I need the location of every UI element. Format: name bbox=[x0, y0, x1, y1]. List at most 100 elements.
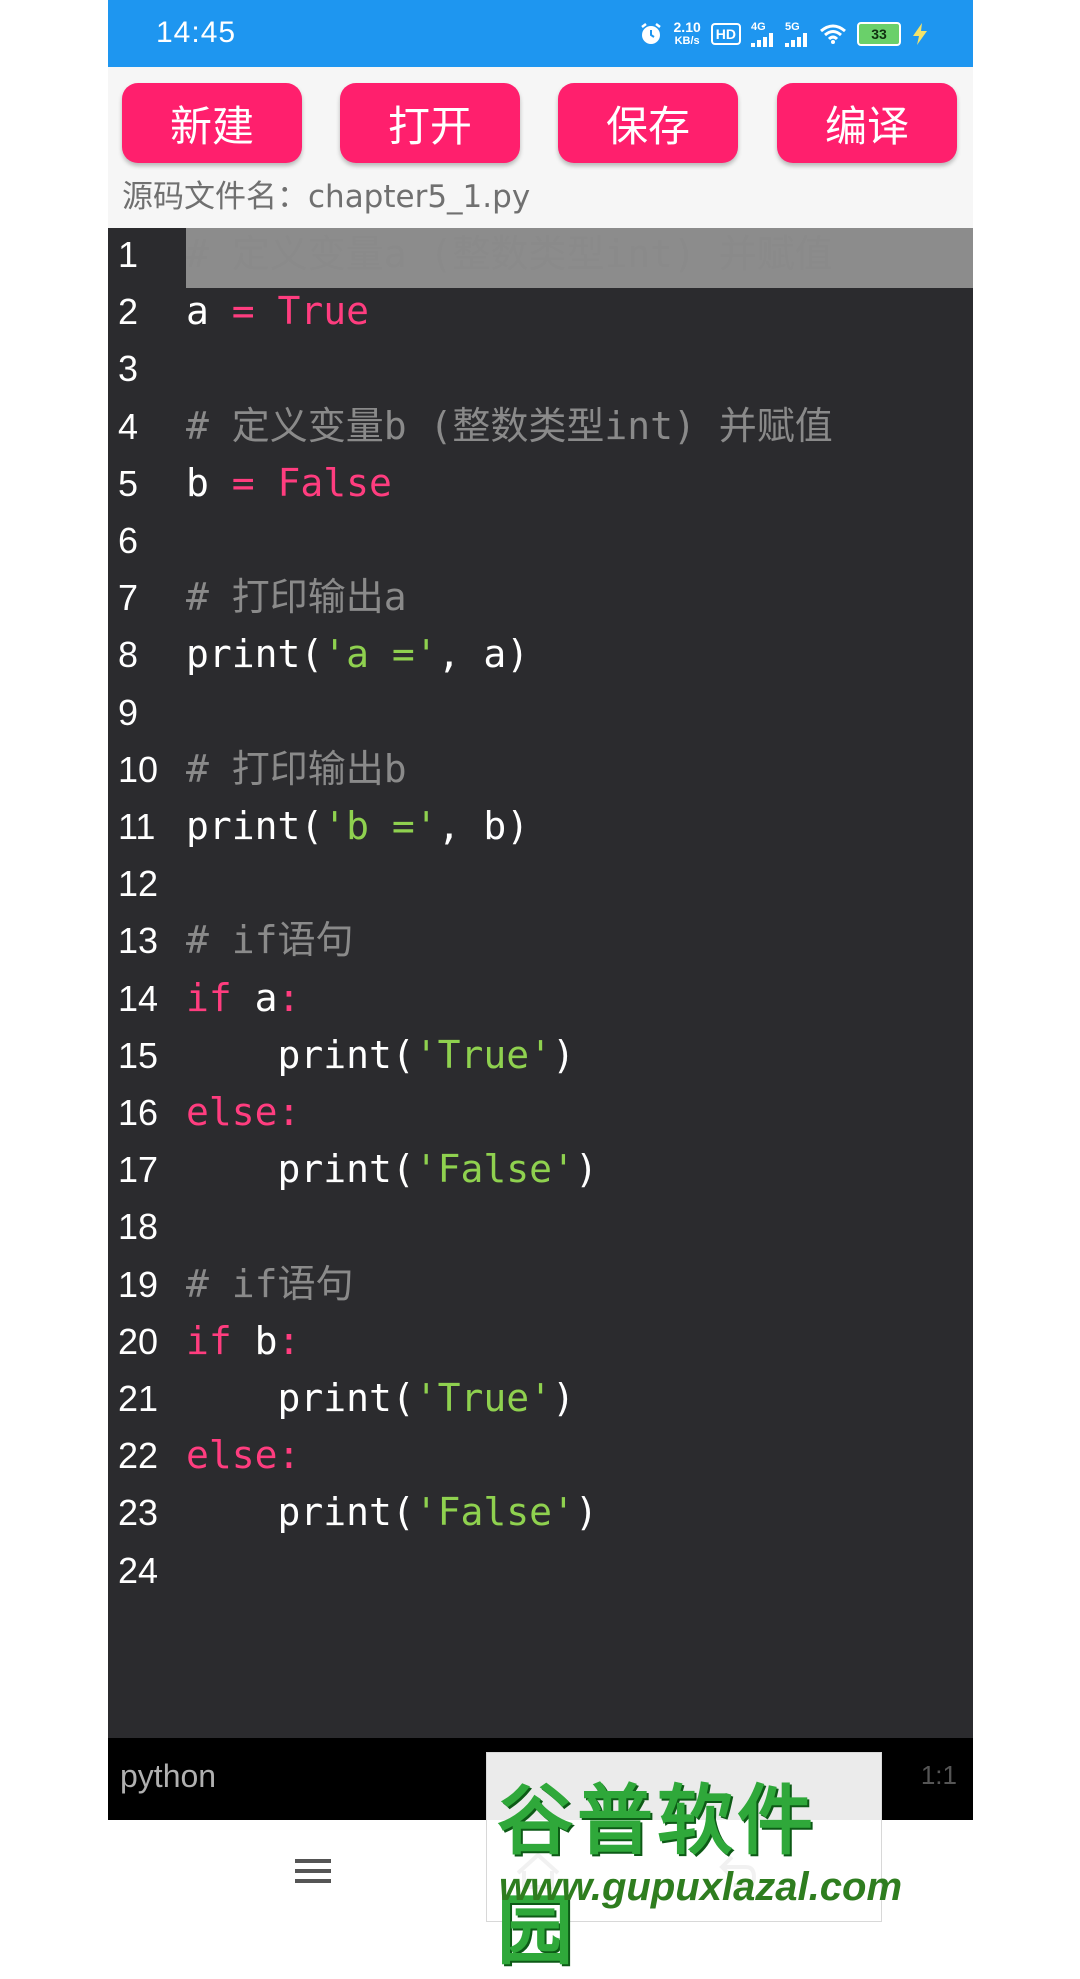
code-line[interactable]: 14 if a: bbox=[108, 970, 973, 1027]
line-number: 4 bbox=[118, 405, 139, 447]
net-speed-unit: KB/s bbox=[674, 35, 700, 47]
code-token: b bbox=[186, 460, 232, 505]
code-line[interactable]: 7 # 打印输出a bbox=[108, 569, 973, 626]
app-screen: 14:45 2.10 KB/s HD 4G 5G 33 新建 打开 保存 编译 … bbox=[108, 0, 973, 1920]
code-line[interactable]: 18 bbox=[108, 1198, 973, 1255]
hd-icon: HD bbox=[710, 23, 741, 45]
code-text: # 打印输出a bbox=[186, 569, 407, 626]
line-number: 3 bbox=[118, 348, 139, 390]
code-text: if b: bbox=[186, 1313, 300, 1370]
code-line[interactable]: 9 bbox=[108, 684, 973, 741]
line-number: 20 bbox=[118, 1320, 159, 1362]
code-line[interactable]: 13 # if语句 bbox=[108, 912, 973, 969]
open-button[interactable]: 打开 bbox=[340, 83, 520, 163]
line-number: 21 bbox=[118, 1378, 159, 1419]
code-line[interactable]: 8 print('a =', a) bbox=[108, 626, 973, 683]
code-token: a bbox=[186, 289, 232, 334]
code-text: else: bbox=[186, 1084, 300, 1141]
code-token: a bbox=[231, 975, 278, 1020]
wifi-icon bbox=[819, 23, 847, 45]
line-number: 10 bbox=[118, 748, 159, 790]
compile-button[interactable]: 编译 bbox=[777, 83, 957, 163]
watermark: 谷普软件园 www.gupuxlazal.com bbox=[486, 1752, 902, 1975]
code-text: b = False bbox=[186, 455, 392, 512]
code-token: # 打印输出a bbox=[186, 575, 407, 620]
code-line[interactable]: 5 b = False bbox=[108, 455, 973, 512]
line-number: 5 bbox=[118, 462, 139, 504]
code-line[interactable]: 6 bbox=[108, 512, 973, 569]
save-button[interactable]: 保存 bbox=[558, 83, 738, 163]
line-number: 9 bbox=[118, 691, 139, 733]
code-line[interactable]: 23 print('False') bbox=[108, 1484, 973, 1541]
code-token: print( bbox=[186, 632, 324, 677]
code-line[interactable]: 11 print('b =', b) bbox=[108, 798, 973, 855]
code-token: = True bbox=[231, 289, 370, 334]
code-line[interactable]: 12 bbox=[108, 855, 973, 912]
code-token: if bbox=[186, 975, 232, 1020]
signal-5g-label: 5G bbox=[785, 20, 800, 33]
line-number: 1 bbox=[118, 234, 139, 275]
code-line[interactable]: 3 bbox=[108, 340, 973, 397]
code-line[interactable]: 2 a = True bbox=[108, 283, 973, 340]
status-icons: 2.10 KB/s HD 4G 5G 33 bbox=[638, 14, 929, 54]
language-label: python bbox=[120, 1758, 217, 1794]
code-token: 'a =' bbox=[323, 632, 438, 677]
code-token: 'False' bbox=[414, 1147, 575, 1192]
line-number: 16 bbox=[118, 1092, 159, 1133]
code-line[interactable]: 22 else: bbox=[108, 1427, 973, 1484]
code-line[interactable]: 16 else: bbox=[108, 1084, 973, 1141]
code-line[interactable]: 20 if b: bbox=[108, 1313, 973, 1370]
code-editor[interactable]: 1 # 定义变量a (整数类型int) 并赋值 2 a = True 3 4 # 定义变量b… bbox=[108, 228, 973, 1738]
code-token: # if语句 bbox=[186, 918, 354, 963]
code-line[interactable]: 4 # 定义变量b (整数类型int) 并赋值 bbox=[108, 398, 973, 455]
code-line[interactable]: 21 print('True') bbox=[108, 1370, 973, 1427]
code-line[interactable]: 24 bbox=[108, 1542, 973, 1599]
code-text: print('False') bbox=[186, 1141, 598, 1198]
code-line[interactable]: 17 print('False') bbox=[108, 1141, 973, 1198]
code-token: print( bbox=[186, 1032, 415, 1077]
code-token: b bbox=[231, 1318, 278, 1363]
battery-icon: 33 bbox=[857, 22, 901, 46]
line-number: 2 bbox=[118, 291, 139, 333]
code-text: print('a =', a) bbox=[186, 626, 529, 683]
code-text: a = True bbox=[186, 283, 369, 340]
code-token: else: bbox=[186, 1090, 301, 1134]
watermark-url: www.gupuxlazal.com bbox=[499, 1865, 903, 1909]
menu-button[interactable] bbox=[283, 1850, 343, 1894]
code-token: # 定义变量b (整数类型int) 并赋值 bbox=[186, 403, 833, 448]
code-text: if a: bbox=[186, 970, 300, 1027]
code-line[interactable]: 19 # if语句 bbox=[108, 1256, 973, 1313]
code-text: print('b =', b) bbox=[186, 798, 529, 855]
code-token: # 打印输出b bbox=[186, 746, 407, 791]
code-line[interactable]: 15 print('True') bbox=[108, 1027, 973, 1084]
code-text: # if语句 bbox=[186, 912, 354, 969]
code-line[interactable]: 10 # 打印输出b bbox=[108, 741, 973, 798]
line-number: 23 bbox=[118, 1492, 159, 1534]
line-number: 17 bbox=[118, 1149, 159, 1191]
code-token: : bbox=[277, 975, 301, 1020]
code-token: ) bbox=[574, 1490, 598, 1535]
code-token: ) bbox=[552, 1376, 575, 1420]
net-speed: 2.10 KB/s bbox=[674, 20, 701, 48]
code-text: # 定义变量b (整数类型int) 并赋值 bbox=[186, 398, 833, 455]
code-text: print('True') bbox=[186, 1370, 575, 1427]
line-number: 11 bbox=[118, 806, 156, 847]
alarm-icon bbox=[638, 21, 664, 47]
code-text: # if语句 bbox=[186, 1256, 354, 1313]
code-text: # 定义变量a (整数类型int) 并赋值 bbox=[186, 226, 833, 283]
code-token: if bbox=[186, 1318, 232, 1363]
code-token: print( bbox=[186, 1490, 415, 1535]
code-line[interactable]: 1 # 定义变量a (整数类型int) 并赋值 bbox=[108, 226, 973, 288]
line-number: 18 bbox=[118, 1206, 159, 1248]
code-text: # 打印输出b bbox=[186, 741, 407, 798]
signal-5g-icon: 5G bbox=[785, 20, 809, 47]
code-token: : bbox=[277, 1318, 301, 1363]
new-button[interactable]: 新建 bbox=[122, 83, 302, 163]
code-token: print( bbox=[186, 1376, 415, 1420]
code-text: else: bbox=[186, 1427, 300, 1484]
line-number: 12 bbox=[118, 863, 159, 905]
signal-4g-label: 4G bbox=[751, 20, 766, 33]
line-number: 7 bbox=[118, 577, 139, 619]
code-token: 'False' bbox=[414, 1490, 575, 1535]
toolbar: 新建 打开 保存 编译 源码文件名：chapter5_1.py bbox=[108, 67, 973, 228]
